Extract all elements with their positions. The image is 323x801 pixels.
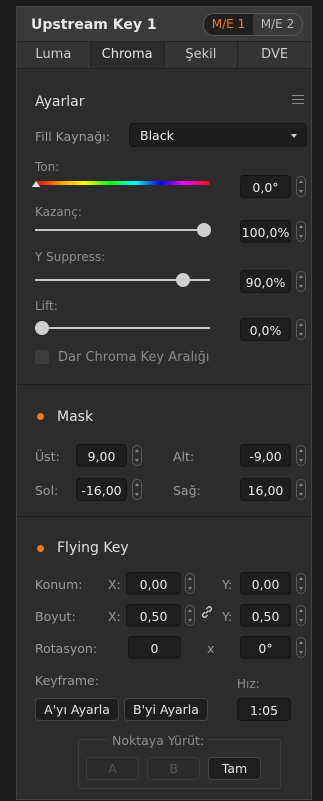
settings-title: Ayarlar xyxy=(35,94,85,110)
size-y-field[interactable]: 0,50 xyxy=(240,604,291,627)
section-divider xyxy=(17,516,311,517)
fill-source-dropdown[interactable]: Black xyxy=(129,123,307,147)
size-x-label: X: xyxy=(108,609,121,624)
hue-marker-icon[interactable] xyxy=(32,181,40,187)
lift-slider-thumb[interactable] xyxy=(35,321,49,335)
position-x-field[interactable]: 0,00 xyxy=(126,572,181,595)
lift-slider-track[interactable] xyxy=(35,327,210,329)
mask-left-field[interactable]: -16,00 xyxy=(76,478,127,501)
run-to-label: Noktaya Yürüt: xyxy=(108,733,209,748)
set-a-button[interactable]: A'yı Ayarla xyxy=(35,698,119,721)
fill-source-value: Black xyxy=(140,128,174,143)
rotation-x-label: x xyxy=(207,641,215,656)
tab-pattern[interactable]: Şekil xyxy=(165,42,239,68)
hue-stepper[interactable] xyxy=(296,176,306,197)
narrow-range-label: Dar Chroma Key Aralığı xyxy=(58,350,210,365)
gain-slider-thumb[interactable] xyxy=(197,223,211,237)
me2-button[interactable]: M/E 2 xyxy=(253,14,302,35)
key-type-tabs: Luma Chroma Şekil DVE xyxy=(17,41,311,69)
panel-title: Upstream Key 1 xyxy=(31,17,157,33)
mask-left-stepper[interactable] xyxy=(132,479,142,500)
mask-enable-indicator[interactable] xyxy=(37,413,44,420)
mask-bottom-label: Alt: xyxy=(173,449,195,464)
fill-source-label: Fill Kaynağı: xyxy=(35,129,110,144)
gain-slider-track[interactable] xyxy=(35,229,210,231)
position-x-stepper[interactable] xyxy=(185,573,195,594)
hue-gradient-slider[interactable] xyxy=(35,181,210,185)
mask-top-field[interactable]: 9,00 xyxy=(76,444,127,467)
mask-right-label: Sağ: xyxy=(173,483,201,498)
size-y-stepper[interactable] xyxy=(296,605,306,626)
hue-label: Ton: xyxy=(35,160,60,174)
position-y-field[interactable]: 0,00 xyxy=(240,572,291,595)
tab-dve[interactable]: DVE xyxy=(238,42,311,68)
keyframe-label: Keyframe: xyxy=(35,673,99,688)
mask-right-field[interactable]: 16,00 xyxy=(240,478,291,501)
me-selector: M/E 1 M/E 2 xyxy=(203,13,303,36)
set-b-button[interactable]: B'yi Ayarla xyxy=(124,698,208,721)
position-y-label: Y: xyxy=(222,577,233,592)
mask-left-label: Sol: xyxy=(35,483,59,498)
mask-top-stepper[interactable] xyxy=(132,445,142,466)
ysuppress-label: Y Suppress: xyxy=(35,250,106,264)
size-label: Boyut: xyxy=(35,609,76,624)
size-x-field[interactable]: 0,50 xyxy=(126,604,181,627)
ysuppress-slider-thumb[interactable] xyxy=(176,273,190,287)
tab-chroma[interactable]: Chroma xyxy=(90,42,165,68)
position-label: Konum: xyxy=(35,577,83,592)
position-x-label: X: xyxy=(108,577,121,592)
lift-stepper[interactable] xyxy=(296,319,306,340)
lift-value-field[interactable]: 0,0% xyxy=(240,318,291,341)
menu-icon[interactable] xyxy=(292,95,304,104)
speed-label: Hız: xyxy=(237,677,260,691)
tab-luma[interactable]: Luma xyxy=(17,42,91,68)
rotation-degrees-field[interactable]: 0° xyxy=(240,636,291,659)
mask-bottom-stepper[interactable] xyxy=(296,445,306,466)
chevron-down-icon xyxy=(291,134,297,138)
speed-field[interactable]: 1:05 xyxy=(237,698,291,721)
narrow-range-checkbox[interactable] xyxy=(35,350,49,364)
run-to-full-button[interactable]: Tam xyxy=(208,757,261,780)
flying-key-enable-indicator[interactable] xyxy=(37,545,44,552)
size-y-label: Y: xyxy=(222,609,233,624)
gain-label: Kazanç: xyxy=(35,205,82,219)
section-divider xyxy=(17,384,311,385)
rotation-label: Rotasyon: xyxy=(35,641,98,656)
ysuppress-stepper[interactable] xyxy=(296,271,306,292)
me1-button[interactable]: M/E 1 xyxy=(204,14,253,35)
ysuppress-value-field[interactable]: 90,0% xyxy=(240,270,291,293)
position-y-stepper[interactable] xyxy=(296,573,306,594)
run-to-b-button[interactable]: B xyxy=(147,757,200,780)
mask-right-stepper[interactable] xyxy=(296,479,306,500)
mask-title: Mask xyxy=(57,409,94,425)
upstream-key-panel: Upstream Key 1 M/E 1 M/E 2 Luma Chroma Ş… xyxy=(16,6,312,800)
mask-top-label: Üst: xyxy=(35,449,60,464)
link-icon[interactable] xyxy=(200,605,214,619)
gain-stepper[interactable] xyxy=(296,221,306,242)
gain-value-field[interactable]: 100,0% xyxy=(240,220,291,243)
size-x-stepper[interactable] xyxy=(185,605,195,626)
panel-header: Upstream Key 1 M/E 1 M/E 2 xyxy=(17,7,311,41)
rotation-turns-field[interactable]: 0 xyxy=(128,636,181,659)
mask-bottom-field[interactable]: -9,00 xyxy=(240,444,291,467)
hue-value-field[interactable]: 0,0° xyxy=(240,175,291,198)
flying-key-title: Flying Key xyxy=(57,540,129,556)
rotation-stepper[interactable] xyxy=(296,637,306,658)
lift-label: Lift: xyxy=(35,299,58,313)
run-to-a-button[interactable]: A xyxy=(86,757,139,780)
